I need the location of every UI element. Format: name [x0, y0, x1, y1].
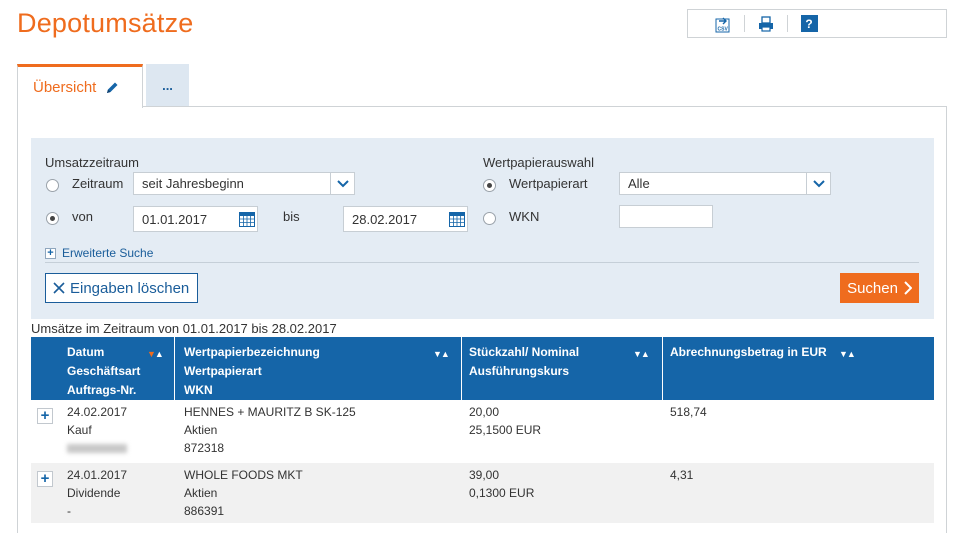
expand-row-button[interactable]: + [37, 471, 53, 487]
row-type: Kauf [67, 423, 92, 437]
advanced-search-toggle[interactable]: + Erweiterte Suche [45, 246, 153, 260]
security-type-select[interactable]: Alle [619, 172, 831, 195]
advanced-search-label: Erweiterte Suche [62, 246, 154, 260]
header-line: Auftrags-Nr. [67, 383, 137, 397]
header-line: Ausführungskurs [469, 364, 570, 378]
help-button[interactable]: ? [794, 14, 824, 34]
tab-more[interactable]: ... [146, 64, 189, 107]
row-security-name: WHOLE FOODS MKT [184, 468, 303, 482]
close-icon [53, 282, 65, 294]
row-date: 24.02.2017 [67, 405, 128, 419]
row-security-kind: Aktien [184, 486, 218, 500]
result-range-text: Umsätze im Zeitraum von 01.01.2017 bis 2… [31, 321, 337, 336]
sort-icon[interactable]: ▼▲ [433, 345, 450, 364]
help-icon: ? [800, 15, 818, 32]
security-type-label: Wertpapierart [509, 176, 588, 191]
column-divider [174, 337, 175, 400]
column-divider [461, 337, 462, 400]
row-price: 0,1300 EUR [469, 486, 535, 500]
edit-pencil-icon[interactable] [105, 81, 119, 95]
security-type-radio[interactable] [483, 179, 496, 192]
toolbar: CSV ? [687, 9, 947, 38]
header-line: Stückzahl/ Nominal [469, 345, 580, 359]
row-security-kind: Aktien [184, 423, 218, 437]
security-type-value: Alle [628, 176, 650, 191]
period-select-value: seit Jahresbeginn [142, 176, 244, 191]
results-table-header: Datum Geschäftsart Auftrags-Nr. ▼▲ Wertp… [31, 337, 934, 400]
tab-overview[interactable]: Übersicht [17, 64, 143, 108]
to-date-value: 28.02.2017 [352, 211, 418, 227]
search-button-label: Suchen [847, 279, 898, 297]
chevron-right-icon [904, 281, 912, 295]
column-header-security[interactable]: Wertpapierbezeichnung Wertpapierart WKN … [184, 337, 454, 400]
sort-icon[interactable]: ▼▲ [147, 345, 164, 364]
column-header-amount[interactable]: Abrechnungsbetrag in EUR ▼▲ [670, 337, 930, 400]
column-divider [662, 337, 663, 400]
row-date: 24.01.2017 [67, 468, 128, 482]
toolbar-divider [744, 15, 745, 32]
header-line: Wertpapierart [184, 364, 262, 378]
csv-export-icon: CSV [715, 17, 730, 32]
calendar-icon[interactable] [446, 207, 467, 231]
wkn-label: WKN [509, 209, 540, 224]
table-row: + 24.02.2017 Kauf HENNES + MAURITZ B SK-… [31, 400, 934, 460]
expand-row-button[interactable]: + [37, 408, 53, 424]
sort-icon[interactable]: ▼▲ [839, 345, 856, 364]
row-quantity: 39,00 [469, 468, 500, 482]
row-security-name: HENNES + MAURITZ B SK-125 [184, 405, 356, 419]
row-quantity: 20,00 [469, 405, 500, 419]
table-row: + 24.01.2017 Dividende - WHOLE FOODS MKT… [31, 463, 934, 523]
svg-text:CSV: CSV [718, 26, 729, 32]
security-heading: Wertpapierauswahl [483, 155, 595, 170]
from-date-input[interactable]: 01.01.2017 [133, 206, 258, 232]
row-price: 25,1500 EUR [469, 423, 542, 437]
date-range-radio[interactable] [46, 212, 59, 225]
period-select[interactable]: seit Jahresbeginn [133, 172, 355, 195]
row-order-number: - [67, 504, 71, 518]
header-line: WKN [184, 383, 213, 397]
wkn-input[interactable] [619, 205, 713, 228]
row-type: Dividende [67, 486, 121, 500]
to-date-input[interactable]: 28.02.2017 [343, 206, 468, 232]
print-button[interactable] [751, 14, 781, 34]
tab-overview-label: Übersicht [33, 79, 97, 96]
sort-icon[interactable]: ▼▲ [633, 345, 650, 364]
print-icon [759, 15, 773, 32]
to-label: bis [283, 209, 300, 224]
from-date-value: 01.01.2017 [142, 211, 208, 227]
page-title: Depotumsätze [17, 8, 194, 38]
row-wkn: 886391 [184, 504, 225, 518]
tab-bar: Übersicht ... [17, 64, 189, 108]
chevron-down-icon [330, 173, 354, 194]
row-wkn: 872318 [184, 441, 225, 455]
header-line: Wertpapierbezeichnung [184, 345, 320, 359]
calendar-icon[interactable] [236, 207, 257, 231]
toolbar-divider [787, 15, 788, 32]
overview-panel: Umsatzzeitraum Zeitraum seit Jahresbegin… [17, 106, 947, 533]
period-label: Zeitraum [72, 176, 124, 191]
column-header-quantity[interactable]: Stückzahl/ Nominal Ausführungskurs ▼▲ [469, 337, 659, 400]
search-button[interactable]: Suchen [840, 273, 919, 303]
from-label: von [72, 209, 93, 224]
row-amount: 518,74 [670, 405, 707, 419]
plus-icon: + [45, 247, 56, 259]
row-order-number-redacted [67, 444, 127, 454]
period-radio[interactable] [46, 179, 59, 192]
filter-divider [45, 262, 919, 263]
chevron-down-icon [806, 173, 830, 194]
clear-inputs-button[interactable]: Eingaben löschen [45, 273, 198, 303]
filter-box: Umsatzzeitraum Zeitraum seit Jahresbegin… [31, 138, 934, 319]
column-header-date[interactable]: Datum Geschäftsart Auftrags-Nr. ▼▲ [67, 337, 177, 400]
header-line: Abrechnungsbetrag in EUR [670, 345, 827, 359]
clear-inputs-label: Eingaben löschen [70, 279, 190, 297]
header-line: Geschäftsart [67, 364, 141, 378]
row-amount: 4,31 [670, 468, 694, 482]
wkn-radio[interactable] [483, 212, 496, 225]
period-heading: Umsatzzeitraum [45, 155, 139, 170]
csv-export-button[interactable]: CSV [708, 14, 738, 34]
